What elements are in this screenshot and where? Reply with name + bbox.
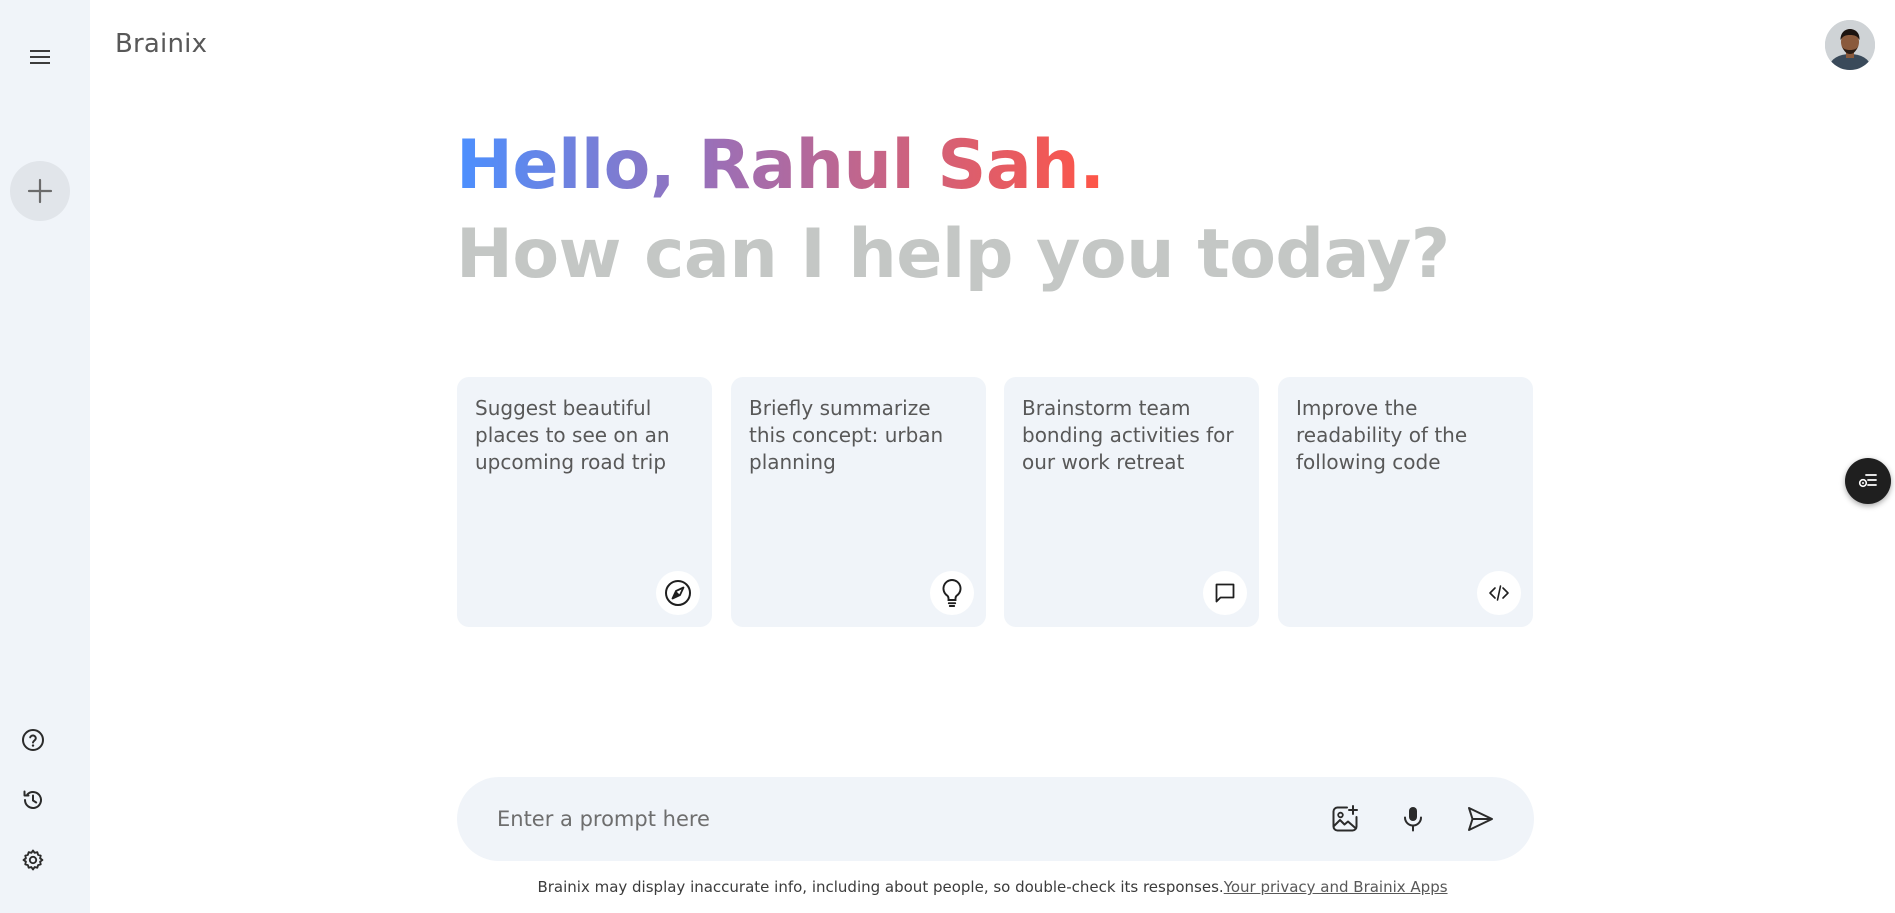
- message-icon: [1215, 583, 1235, 603]
- code-icon: [1489, 585, 1509, 601]
- settings-button[interactable]: [15, 842, 51, 878]
- card-text: Briefly summarize this concept: urban pl…: [749, 396, 944, 474]
- floating-toggle-button[interactable]: [1845, 458, 1891, 504]
- privacy-link[interactable]: Your privacy and Brainix Apps: [1224, 878, 1448, 896]
- card-text: Brainstorm team bonding activities for o…: [1022, 396, 1234, 474]
- send-button[interactable]: [1458, 797, 1502, 841]
- help-button[interactable]: [15, 722, 51, 758]
- bulb-icon: [942, 579, 962, 607]
- card-icon: [656, 571, 700, 615]
- greeting-text: Hello, Rahul Sah.: [456, 126, 1105, 205]
- new-chat-button[interactable]: [10, 161, 70, 221]
- disclaimer: Brainix may display inaccurate info, inc…: [0, 878, 1895, 896]
- compass-icon: [665, 580, 691, 606]
- send-icon: [1468, 807, 1493, 831]
- greeting-title: Hello, Rahul Sah.: [456, 122, 1105, 210]
- suggestion-card-road-trip[interactable]: Suggest beautiful places to see on an up…: [457, 377, 712, 627]
- card-text: Suggest beautiful places to see on an up…: [475, 396, 670, 474]
- prompt-bar: [457, 777, 1534, 861]
- card-icon: [1203, 571, 1247, 615]
- disclaimer-text: Brainix may display inaccurate info, inc…: [537, 878, 1224, 896]
- plus-icon: [27, 178, 53, 204]
- card-icon: [930, 571, 974, 615]
- card-text: Improve the readability of the following…: [1296, 396, 1468, 474]
- question-circle-icon: [22, 729, 44, 751]
- history-button[interactable]: [15, 782, 51, 818]
- add-image-button[interactable]: [1323, 797, 1367, 841]
- avatar[interactable]: [1825, 20, 1875, 70]
- card-icon: [1477, 571, 1521, 615]
- suggestion-card-code[interactable]: Improve the readability of the following…: [1278, 377, 1533, 627]
- add-image-icon: [1332, 805, 1358, 832]
- list-settings-icon: [1858, 474, 1877, 488]
- menu-button[interactable]: [20, 37, 60, 77]
- prompt-input[interactable]: [497, 799, 1317, 839]
- microphone-icon: [1404, 807, 1422, 832]
- suggestion-card-team-bonding[interactable]: Brainstorm team bonding activities for o…: [1004, 377, 1259, 627]
- microphone-button[interactable]: [1391, 797, 1435, 841]
- hamburger-menu-icon: [30, 50, 50, 64]
- app-title: Brainix: [115, 29, 208, 59]
- history-icon: [23, 790, 42, 809]
- sidebar: [0, 0, 90, 913]
- gear-icon: [22, 849, 44, 871]
- greeting-subtitle: How can I help you today?: [456, 215, 1450, 294]
- user-avatar-icon: [1825, 20, 1875, 70]
- suggestion-card-urban-planning[interactable]: Briefly summarize this concept: urban pl…: [731, 377, 986, 627]
